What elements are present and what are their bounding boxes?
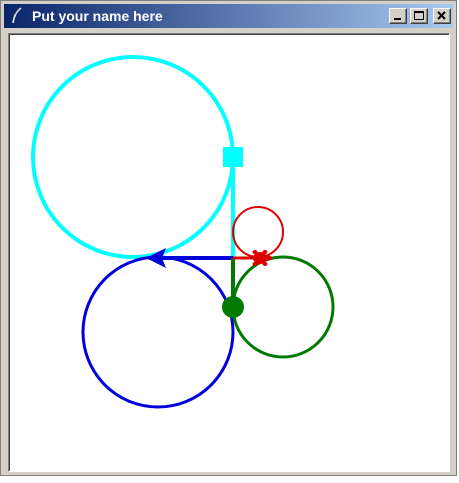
red-turtle xyxy=(249,250,272,266)
minimize-icon xyxy=(394,18,401,20)
title-bar[interactable]: Put your name here xyxy=(4,4,453,28)
window-title: Put your name here xyxy=(32,8,163,24)
feather-icon xyxy=(12,7,22,24)
drawing-canvas[interactable] xyxy=(8,33,450,472)
cyan-square-turtle xyxy=(223,147,243,167)
green-circle xyxy=(231,255,335,359)
turtle-drawing xyxy=(31,55,335,409)
green-circle-turtle xyxy=(222,296,244,318)
maximize-button[interactable] xyxy=(410,8,428,24)
minimize-button[interactable] xyxy=(389,8,407,24)
close-button[interactable] xyxy=(433,8,451,24)
close-icon xyxy=(437,11,446,20)
red-circle xyxy=(232,206,284,258)
maximize-icon xyxy=(414,11,424,20)
app-window: Put your name here xyxy=(0,0,457,476)
cyan-circle xyxy=(31,55,235,259)
blue-circle xyxy=(81,255,235,409)
